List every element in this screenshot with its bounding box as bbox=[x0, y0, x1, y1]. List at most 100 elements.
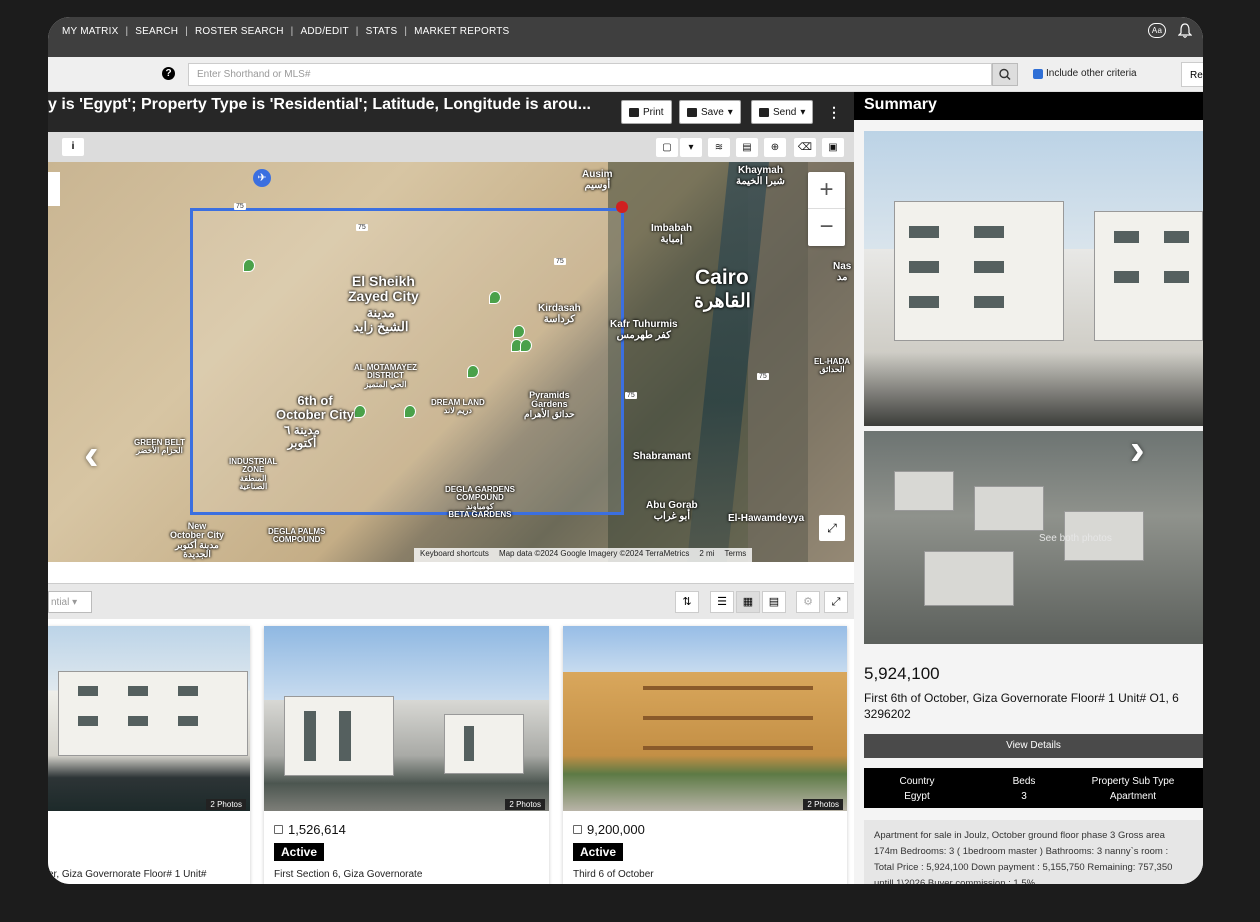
sort-icon[interactable]: ⇅ bbox=[675, 591, 699, 613]
zoom-search-icon[interactable]: ⊕ bbox=[764, 138, 786, 157]
panel-collapse-handle[interactable] bbox=[48, 172, 60, 206]
grid-view-icon[interactable]: ▦ bbox=[736, 591, 760, 613]
expand-icon[interactable]: ⤢ bbox=[824, 591, 848, 613]
map-label-new-october: New October City مدينة أكتوبر الجديدة bbox=[170, 521, 225, 560]
map-label-abu-gorab: Abu Gorab أبو غراب bbox=[646, 500, 698, 522]
dropdown-caret-icon[interactable]: ▾ bbox=[680, 138, 702, 157]
map-icon[interactable]: ▤ bbox=[736, 138, 758, 157]
select-checkbox[interactable] bbox=[274, 825, 283, 834]
settings-icon[interactable]: ⚙ bbox=[796, 591, 820, 613]
more-options-icon[interactable]: ⋮ bbox=[827, 104, 841, 121]
road-marker: 75 bbox=[234, 203, 246, 210]
view-details-button[interactable]: View Details bbox=[864, 734, 1203, 758]
map-data-credit: Map data ©2024 Google Imagery ©2024 Terr… bbox=[498, 549, 690, 558]
see-both-photos-link[interactable]: See both photos bbox=[1039, 533, 1112, 544]
map-label-nasr: Nas مد bbox=[833, 261, 852, 283]
layers-icon[interactable]: ≋ bbox=[708, 138, 730, 157]
nav-search[interactable]: SEARCH bbox=[135, 26, 178, 37]
map-view[interactable]: ✈ 75 75 75 75 75 Cairo القاهرة El Sheikh… bbox=[48, 162, 854, 562]
listing-price: 9,200,000 bbox=[573, 822, 645, 837]
display-select[interactable]: ntial ▾ bbox=[48, 591, 92, 613]
map-label-kirdasah: Kirdasah كرداسة bbox=[538, 303, 581, 325]
nav-market-reports[interactable]: MARKET REPORTS bbox=[414, 26, 509, 37]
zoom-out-button[interactable]: − bbox=[808, 209, 845, 246]
refine-button[interactable]: Re bbox=[1181, 62, 1203, 87]
road-marker: 75 bbox=[554, 258, 566, 265]
save-map-icon[interactable]: ▣ bbox=[822, 138, 844, 157]
info-icon[interactable]: i bbox=[62, 138, 84, 156]
results-toolbar: ntial ▾ ⇅ ☰ ▦ ▤ ⚙ ⤢ bbox=[48, 583, 854, 619]
print-button[interactable]: Print bbox=[621, 100, 672, 124]
listing-price: 1,526,614 bbox=[274, 822, 346, 837]
park-pin-icon bbox=[354, 405, 366, 418]
map-label-cairo: Cairo bbox=[695, 266, 749, 289]
listing-address: Third 6 of October bbox=[573, 869, 654, 880]
app-window: MY MATRIX | SEARCH | ROSTER SEARCH | ADD/ED… bbox=[48, 17, 1203, 884]
zoom-in-button[interactable]: + bbox=[808, 172, 845, 209]
floppy-icon bbox=[687, 107, 697, 117]
top-nav: MY MATRIX | SEARCH | ROSTER SEARCH | ADD/ED… bbox=[48, 17, 1203, 57]
park-pin-icon bbox=[243, 259, 255, 272]
fullscreen-icon[interactable]: ⤢ bbox=[819, 515, 845, 541]
nav-my-matrix[interactable]: MY MATRIX bbox=[62, 26, 118, 37]
nav-add-edit[interactable]: ADD/EDIT bbox=[300, 26, 348, 37]
nav-links: MY MATRIX | SEARCH | ROSTER SEARCH | ADD/ED… bbox=[62, 26, 510, 37]
airport-icon: ✈ bbox=[253, 169, 271, 187]
nav-roster-search[interactable]: ROSTER SEARCH bbox=[195, 26, 284, 37]
summary-photo-secondary[interactable] bbox=[864, 431, 1203, 644]
next-arrow-icon[interactable]: › bbox=[1130, 425, 1145, 475]
listing-photo[interactable] bbox=[48, 626, 250, 811]
bell-icon[interactable] bbox=[1178, 23, 1192, 39]
map-label-motamayez: AL MOTAMAYEZ DISTRICT الحي المتميز bbox=[354, 363, 417, 389]
map-label-khaymah: Khaymah شبرا الخيمة bbox=[736, 165, 785, 187]
summary-panel: › See both photos 5,924,100 First 6th of… bbox=[854, 120, 1203, 884]
park-pin-icon bbox=[520, 339, 532, 352]
include-criteria-checkbox[interactable] bbox=[1033, 69, 1043, 79]
listing-address: er, Giza Governorate Floor# 1 Unit# bbox=[48, 869, 207, 880]
map-label-imbabah: Imbabah إمبابة bbox=[651, 223, 693, 245]
status-badge: Active bbox=[274, 843, 325, 861]
summary-price: 5,924,100 bbox=[864, 664, 940, 683]
keyboard-shortcuts-link[interactable]: Keyboard shortcuts bbox=[420, 549, 489, 561]
map-label-industrial-zone: INDUSTRIAL ZONE المنطقة الصناعية bbox=[229, 457, 278, 492]
fact-property-sub-type: Property Sub Type Apartment bbox=[1091, 776, 1175, 802]
selection-handle[interactable] bbox=[616, 201, 628, 213]
listing-address: First Section 6, Giza Governorate bbox=[274, 869, 423, 880]
listing-card[interactable]: 2 Photos 9,200,000 Active Third 6 of Oct… bbox=[563, 626, 847, 884]
listing-photo[interactable] bbox=[563, 626, 847, 811]
map-scale: 2 mi bbox=[699, 549, 715, 558]
report-view-icon[interactable]: ▤ bbox=[762, 591, 786, 613]
eraser-icon[interactable]: ⌫ bbox=[794, 138, 816, 157]
help-icon[interactable]: ? bbox=[162, 67, 175, 80]
road-marker: 75 bbox=[356, 224, 368, 231]
listing-card[interactable]: 2 Photos er, Giza Governorate Floor# 1 U… bbox=[48, 626, 250, 884]
map-label-sheikh-zayed-ar: مدينة الشيخ زايد bbox=[353, 305, 409, 334]
list-view-icon[interactable]: ☰ bbox=[710, 591, 734, 613]
park-pin-icon bbox=[489, 291, 501, 304]
printer-icon bbox=[629, 107, 639, 117]
map-label-shabramant: Shabramant bbox=[633, 451, 691, 462]
nav-stats[interactable]: STATS bbox=[366, 26, 398, 37]
summary-title: Summary bbox=[854, 92, 1203, 120]
map-label-degla-gardens: DEGLA GARDENS COMPOUND كومباوند BETA GAR… bbox=[445, 485, 515, 520]
listing-card[interactable]: 2 Photos 1,526,614 Active First Section … bbox=[264, 626, 549, 884]
select-checkbox[interactable] bbox=[573, 825, 582, 834]
shorthand-search-input[interactable]: Enter Shorthand or MLS# bbox=[188, 63, 992, 86]
map-toolbar: i ▢ ▾ ≋ ▤ ⊕ ⌫ ▣ bbox=[48, 132, 854, 162]
send-button[interactable]: Send ▾ bbox=[751, 100, 814, 124]
search-button[interactable] bbox=[992, 63, 1018, 86]
fact-beds: Beds 3 bbox=[1012, 776, 1036, 802]
summary-photo-main[interactable] bbox=[864, 131, 1203, 426]
terms-link[interactable]: Terms bbox=[724, 549, 746, 561]
park-pin-icon bbox=[467, 365, 479, 378]
search-bar: ? Enter Shorthand or MLS# Include other … bbox=[48, 57, 1203, 92]
previous-arrow-icon[interactable]: ‹ bbox=[84, 430, 99, 480]
include-criteria-label: Include other criteria bbox=[1046, 68, 1137, 79]
draw-shape-icon[interactable]: ▢ bbox=[656, 138, 678, 157]
save-button[interactable]: Save ▾ bbox=[679, 100, 741, 124]
map-label-hawamdeyya: El-Hawamdeyya bbox=[728, 513, 805, 524]
font-size-toggle[interactable]: Aa bbox=[1148, 23, 1166, 38]
status-badge: Active bbox=[573, 843, 624, 861]
photo-count-badge: 2 Photos bbox=[505, 799, 545, 810]
listing-photo[interactable] bbox=[264, 626, 549, 811]
